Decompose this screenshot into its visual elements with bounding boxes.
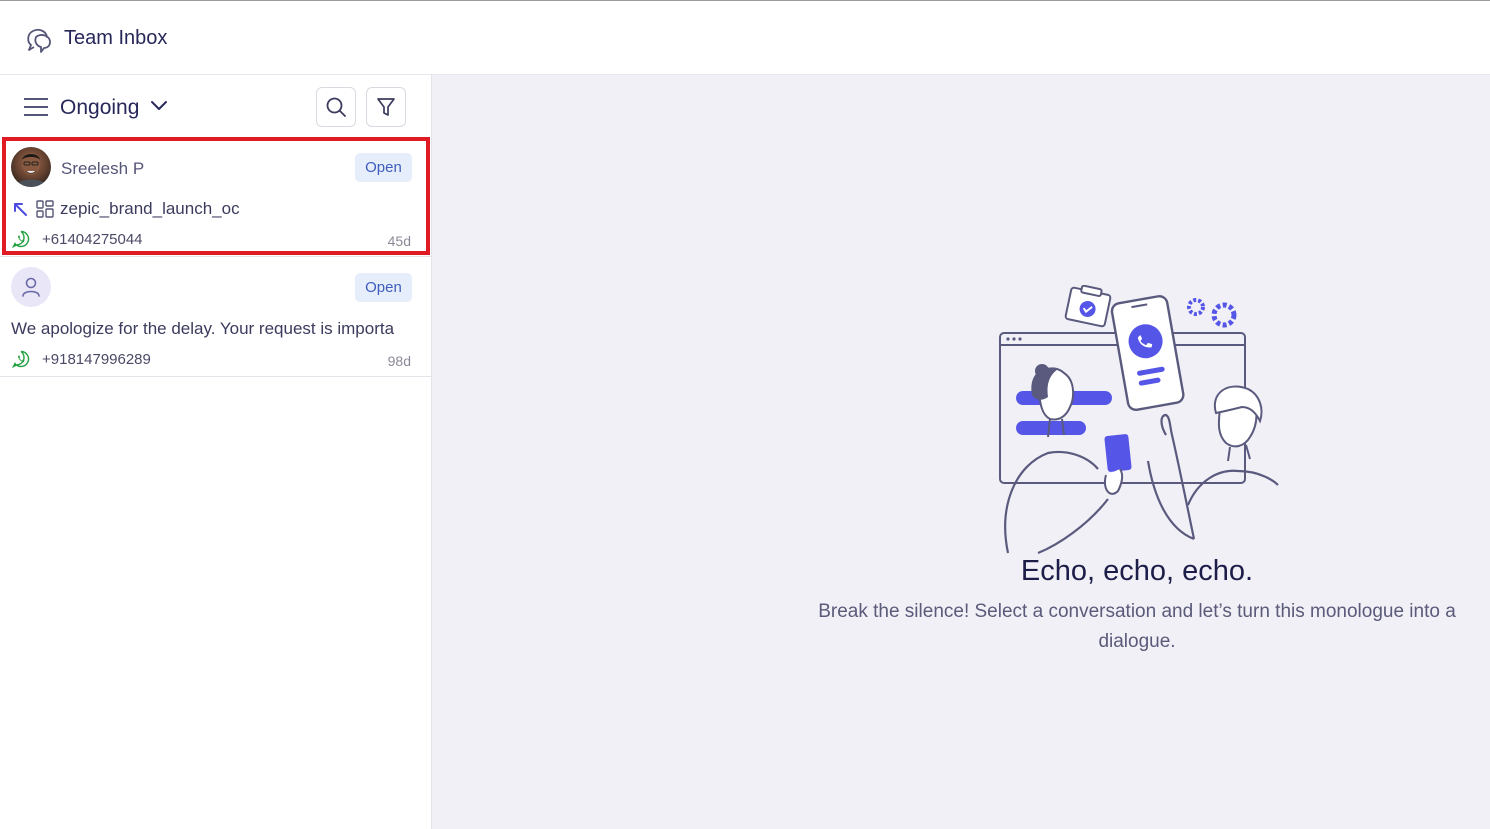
- list-toolbar: Ongoing: [0, 75, 431, 137]
- phone-number: +61404275044: [42, 230, 143, 248]
- phone-row: +61404275044: [12, 229, 143, 249]
- search-button[interactable]: [316, 87, 356, 127]
- empty-state-title: Echo, echo, echo.: [1020, 555, 1254, 587]
- chat-bubbles-icon: [27, 28, 51, 53]
- conversation-sidebar: Ongoing Sreelesh P Open zepic_brand_laun…: [0, 75, 432, 829]
- hamburger-menu-icon[interactable]: [24, 97, 48, 117]
- avatar: [11, 147, 51, 187]
- campaign-name: zepic_brand_launch_oc: [60, 199, 240, 218]
- filter-icon: [377, 98, 395, 116]
- outgoing-arrow-icon: [14, 203, 27, 216]
- conversation-age: 98d: [387, 353, 411, 369]
- user-icon: [22, 277, 40, 297]
- whatsapp-icon: [12, 350, 30, 368]
- avatar: [11, 267, 51, 307]
- message-preview: We apologize for the delay. Your request…: [11, 319, 395, 338]
- conversation-age: 45d: [387, 233, 411, 249]
- app-header: Team Inbox: [0, 1, 1490, 75]
- empty-state-subtitle: Break the silence! Select a conversation…: [818, 601, 1456, 652]
- conversation-panel: Echo, echo, echo. Break the silence! Sel…: [432, 75, 1490, 829]
- contact-photo: [15, 153, 47, 187]
- whatsapp-icon: [12, 230, 30, 248]
- campaign-grid-icon: [36, 200, 54, 218]
- phone-number: +918147996289: [42, 350, 151, 368]
- conversation-item[interactable]: Open We apologize for the delay. Your re…: [0, 257, 431, 377]
- empty-state-title-wrap: Echo, echo, echo.: [802, 555, 1472, 588]
- conversation-item[interactable]: Sreelesh P Open zepic_brand_launch_oc +6…: [0, 137, 431, 257]
- status-badge: Open: [355, 273, 412, 302]
- status-badge: Open: [355, 153, 412, 182]
- phone-row: +918147996289: [12, 349, 151, 369]
- app-title: Team Inbox: [64, 27, 168, 49]
- campaign-row: zepic_brand_launch_oc: [12, 197, 240, 221]
- view-selector-label[interactable]: Ongoing: [60, 96, 139, 120]
- empty-state-illustration: [999, 285, 1279, 555]
- search-icon: [326, 97, 346, 117]
- chevron-down-icon[interactable]: [150, 99, 168, 113]
- filter-button[interactable]: [366, 87, 406, 127]
- contact-name: Sreelesh P: [61, 159, 145, 178]
